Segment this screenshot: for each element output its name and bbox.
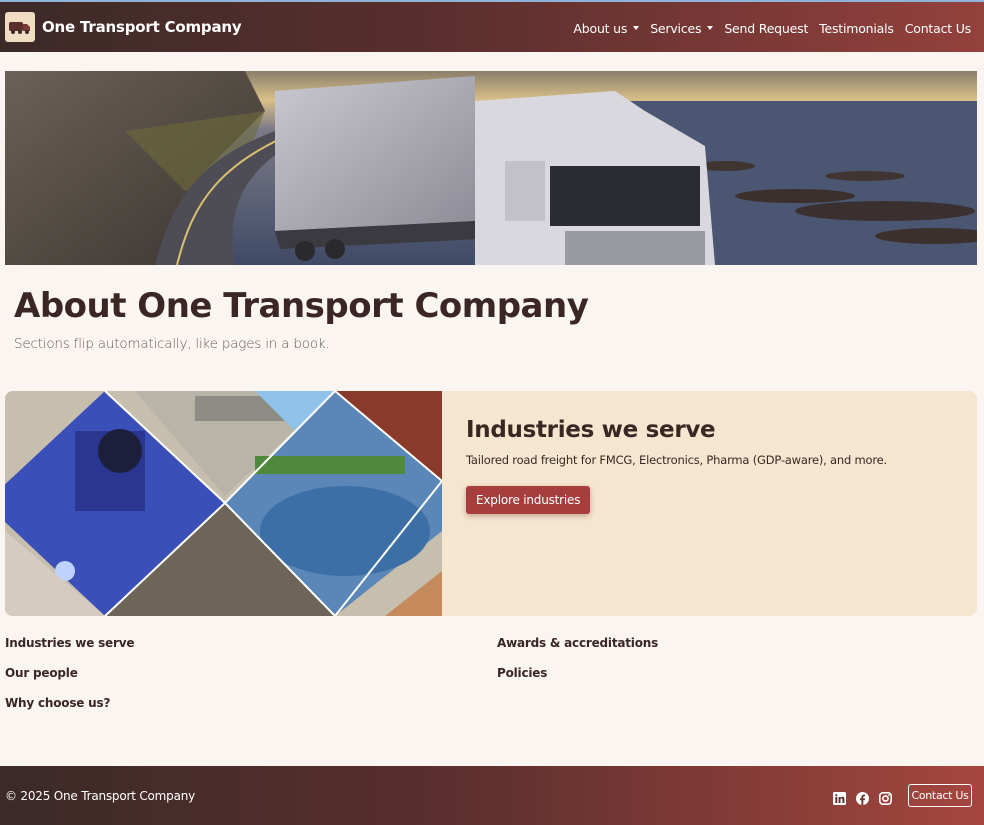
section-link-our-people[interactable]: Our people <box>5 666 78 680</box>
nav-item-about-us[interactable]: About us <box>573 20 640 36</box>
page-title: About One Transport Company <box>14 286 589 326</box>
truck-logo-icon <box>5 12 35 42</box>
nav-item-testimonials[interactable]: Testimonials <box>819 21 894 36</box>
section-link-policies[interactable]: Policies <box>497 666 547 680</box>
caret-down-icon <box>633 26 640 30</box>
section-link-industries[interactable]: Industries we serve <box>5 636 134 650</box>
brand-link[interactable]: One Transport Company <box>5 12 242 42</box>
industries-collage-image <box>5 391 442 616</box>
brand-name: One Transport Company <box>42 18 242 36</box>
footer: © 2025 One Transport Company Contact Us <box>0 766 984 825</box>
section-link-why-choose-us[interactable]: Why choose us? <box>5 696 110 710</box>
caret-down-icon <box>707 26 714 30</box>
nav-links: About us Services Send Request Testimoni… <box>562 2 971 54</box>
nav-item-send-request[interactable]: Send Request <box>724 21 808 36</box>
hero-truck-image <box>5 71 977 265</box>
page-subtitle: Sections flip automatically, like pages … <box>14 336 330 352</box>
top-navbar: One Transport Company About us Services … <box>0 0 984 52</box>
footer-contact-us-button[interactable]: Contact Us <box>908 784 972 807</box>
nav-item-services[interactable]: Services <box>650 20 714 36</box>
card-body: Industries we serve Tailored road freigh… <box>442 391 887 616</box>
linkedin-icon[interactable] <box>833 790 846 805</box>
card-description: Tailored road freight for FMCG, Electron… <box>466 453 887 467</box>
nav-item-label: Services <box>650 20 702 36</box>
industries-card: Industries we serve Tailored road freigh… <box>5 391 977 616</box>
nav-item-label: About us <box>573 20 628 36</box>
section-link-awards[interactable]: Awards & accreditations <box>497 636 658 650</box>
copyright-text: © 2025 One Transport Company <box>5 789 196 803</box>
nav-item-contact-us[interactable]: Contact Us <box>905 21 971 36</box>
facebook-icon[interactable] <box>856 790 869 805</box>
instagram-icon[interactable] <box>879 790 892 805</box>
card-title: Industries we serve <box>466 417 716 443</box>
explore-industries-button[interactable]: Explore industries <box>466 486 591 514</box>
